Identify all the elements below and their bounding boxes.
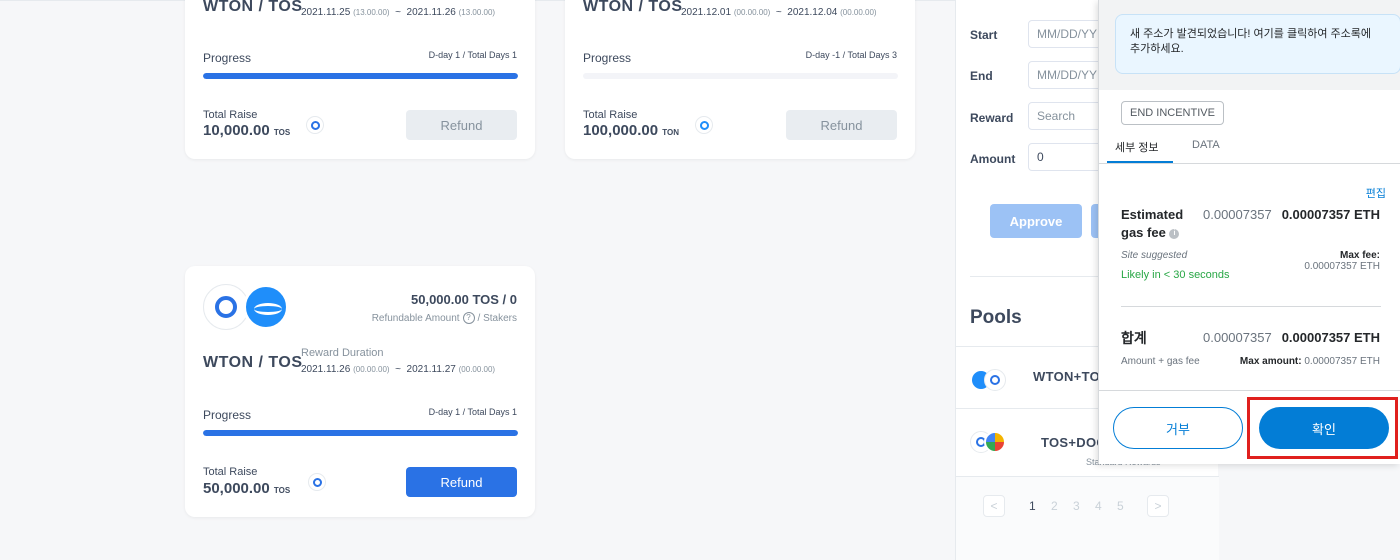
new-address-notice[interactable]: 새 주소가 발견되었습니다! 여기를 클릭하여 주소록에 추가하세요. (1115, 14, 1400, 74)
total-raise-value: 100,000.00 TON (583, 122, 679, 139)
pool-name: TOS+DOC (1041, 435, 1107, 450)
pair-label: WTON / TOS (203, 0, 303, 15)
reject-button[interactable]: 거부 (1113, 407, 1243, 449)
token-logos (203, 284, 289, 330)
tos-coin-icon (984, 369, 1006, 391)
gas-fee-secondary: 0.00007357 (1203, 207, 1272, 222)
info-icon[interactable]: i (1169, 228, 1180, 239)
progress-bar (203, 73, 518, 79)
pool-token-icons (970, 369, 1014, 391)
amount-label: Amount (970, 152, 1016, 166)
progress-bar (583, 73, 898, 79)
tab-data[interactable]: DATA (1192, 139, 1220, 151)
edit-link[interactable]: 편집 (1366, 185, 1386, 201)
progress-label: Progress (203, 51, 252, 65)
tos-coin-icon (308, 473, 326, 491)
start-label: Start (970, 28, 998, 42)
pools-title: Pools (970, 307, 1022, 328)
likely-time-label: Likely in < 30 seconds (1121, 269, 1230, 281)
refund-button[interactable]: Refund (786, 110, 897, 140)
progress-label: Progress (583, 51, 632, 65)
page-3[interactable]: 3 (1073, 499, 1080, 513)
pool-token-icons (970, 431, 1014, 453)
gas-fee-primary: 0.00007357 ETH (1281, 207, 1380, 222)
reward-duration-label: Reward Duration (301, 347, 384, 359)
approve-button[interactable]: Approve (990, 204, 1082, 238)
pair-label: WTON / TOS (203, 354, 303, 371)
total-raise-label: Total Raise (583, 109, 638, 121)
metamask-popup: 새 주소가 발견되었습니다! 여기를 클릭하여 주소록에 추가하세요. END … (1098, 0, 1400, 464)
total-raise-label: Total Raise (203, 466, 258, 478)
end-incentive-badge: END INCENTIVE (1121, 101, 1224, 125)
site-suggested-label[interactable]: Site suggested (1121, 250, 1187, 261)
max-fee: Max fee: 0.00007357 ETH (1304, 250, 1380, 272)
refundable-row: Refundable Amount ? / Stakers (371, 312, 517, 324)
progress-label: Progress (203, 408, 252, 422)
pool-card-3: 50,000.00 TOS / 0 Refundable Amount ? / … (185, 266, 535, 517)
max-amount: Max amount: 0.00007357 ETH (1239, 356, 1380, 367)
progress-bar (203, 430, 518, 436)
total-raise-value: 50,000.00 TOS (203, 480, 291, 497)
fee-divider (1121, 306, 1381, 307)
duration-dates: 2021.11.26 (00.00.00) ~ 2021.11.27 (00.0… (301, 364, 496, 375)
total-raise-value: 10,000.00 TOS (203, 122, 291, 139)
help-icon[interactable]: ? (462, 312, 475, 324)
total-primary: 0.00007357 ETH (1281, 330, 1380, 345)
next-page-button[interactable]: > (1147, 495, 1169, 517)
doc-coin-icon (984, 431, 1006, 453)
details-tabs: 세부 정보 DATA (1099, 134, 1400, 164)
duration-dates: 2021.11.25 (13.00.00) ~ 2021.11.26 (13.0… (301, 7, 496, 18)
end-label: End (970, 69, 993, 83)
prev-page-button[interactable]: < (983, 495, 1005, 517)
amount-gas-label: Amount + gas fee (1121, 356, 1200, 367)
page-1[interactable]: 1 (1029, 499, 1036, 513)
pool-card-2: WTON / TOS 2021.12.01 (00.00.00) ~ 2021.… (565, 0, 915, 159)
total-label: 합계 (1121, 330, 1147, 346)
refund-button[interactable]: Refund (406, 467, 517, 497)
refund-button[interactable]: Refund (406, 110, 517, 140)
ton-coin-icon (695, 116, 713, 134)
pool-card-1: WTON / TOS 2021.11.25 (13.00.00) ~ 2021.… (185, 0, 535, 159)
page-2[interactable]: 2 (1051, 499, 1058, 513)
duration-dates: 2021.12.01 (00.00.00) ~ 2021.12.04 (00.0… (681, 7, 877, 18)
page-4[interactable]: 4 (1095, 499, 1102, 513)
ton-logo-icon (243, 284, 289, 330)
reward-label: Reward (970, 111, 1014, 125)
page-5[interactable]: 5 (1117, 499, 1124, 513)
tos-coin-icon (306, 116, 324, 134)
days-label: D-day 1 / Total Days 1 (428, 407, 517, 417)
confirm-highlight-box (1247, 397, 1398, 459)
tab-details[interactable]: 세부 정보 (1115, 139, 1159, 155)
estimated-gas-fee-label: Estimated gas fee i (1121, 207, 1184, 240)
pagination: < 1 2 3 4 5 > (956, 476, 1219, 560)
staked-value: 50,000.00 TOS / 0 (411, 292, 517, 307)
active-tab-indicator (1107, 161, 1173, 163)
days-label: D-day -1 / Total Days 3 (805, 50, 897, 60)
pair-label: WTON / TOS (583, 0, 683, 15)
days-label: D-day 1 / Total Days 1 (428, 50, 517, 60)
total-raise-label: Total Raise (203, 109, 258, 121)
total-secondary: 0.00007357 (1203, 330, 1272, 345)
